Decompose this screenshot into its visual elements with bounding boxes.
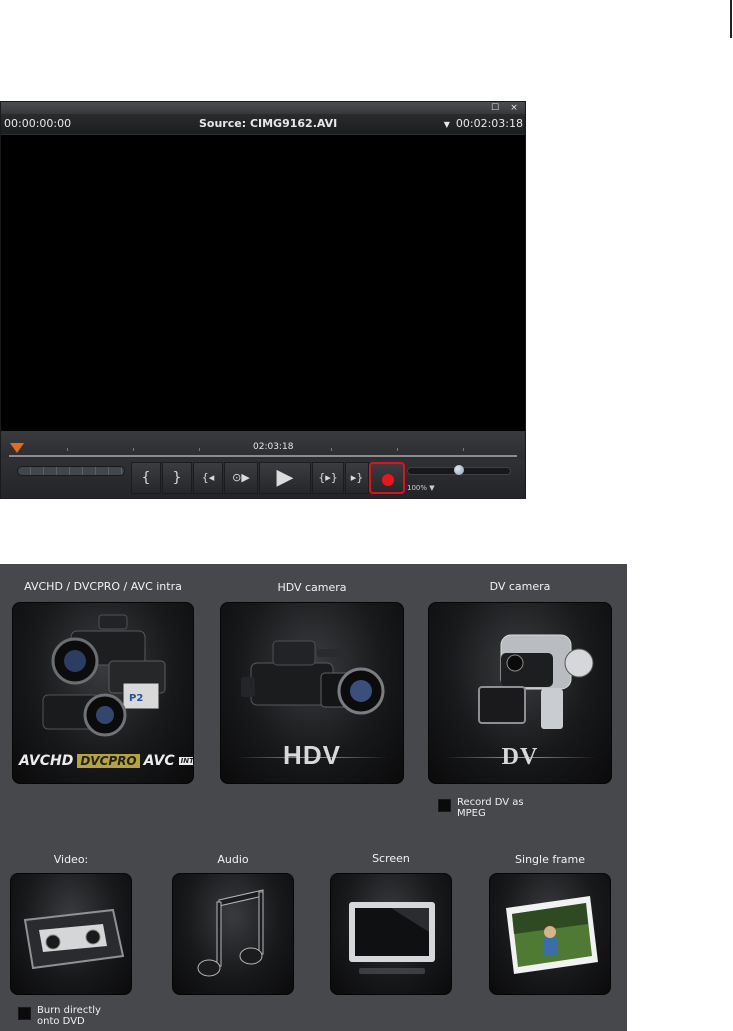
avchd-camera-icon: P2 [42, 614, 166, 737]
source-label-dv: DV camera [489, 580, 551, 593]
hdv-camera-icon [241, 640, 385, 715]
burn-onto-dvd-label: Burn directly onto DVD [37, 1005, 101, 1027]
go-to-mark-in-button[interactable]: {◂ [193, 462, 223, 494]
hdv-logo-text: HDV [283, 740, 341, 770]
avchd-logo-text: AVCHD [19, 753, 74, 769]
timeline-scrubber[interactable]: 02:03:18 [1, 431, 525, 459]
hdv-camera-button[interactable]: HDV [220, 602, 404, 784]
zoom-dropdown[interactable]: 100% ▼ [407, 484, 435, 492]
burn-onto-dvd-option[interactable]: Burn directly onto DVD [18, 1005, 117, 1027]
position-timecode: 02:03:18 [253, 442, 294, 452]
photo-icon [506, 896, 598, 974]
player-infobar: 00:00:00:00 Source: CIMG9162.AVI ▼ 00:02:… [1, 114, 525, 134]
chevron-down-icon[interactable]: ▼ [444, 115, 450, 135]
avc-logo-text: AVC [143, 753, 175, 769]
source-label-avchd: AVCHD / DVCPRO / AVC intra [24, 580, 182, 593]
timeline-tick [397, 448, 398, 451]
source-label-video: Video: [53, 853, 89, 866]
screen-source-button[interactable] [330, 873, 452, 995]
play-range-icon: {▸} [318, 471, 338, 484]
video-source-button[interactable] [10, 873, 132, 995]
loop-play-button[interactable]: ⊙▶ [224, 462, 258, 494]
timeline-track[interactable] [9, 455, 517, 457]
loop-play-icon: ⊙▶ [232, 471, 250, 484]
video-display [1, 135, 525, 431]
recording-source-panel: AVCHD / DVCPRO / AVC intra HDV camera DV… [0, 564, 627, 1031]
source-label-screen: Screen [372, 852, 410, 865]
record-dv-as-mpeg-checkbox[interactable] [438, 799, 451, 812]
monitor-icon [349, 902, 435, 974]
mark-out-icon: } [172, 470, 182, 486]
burn-onto-dvd-checkbox[interactable] [18, 1007, 31, 1020]
svg-text:P2: P2 [129, 693, 143, 704]
start-timecode: 00:00:00:00 [4, 117, 72, 130]
source-label: Source: CIMG9162.AVI [199, 117, 338, 130]
preview-player: ☐ × 00:00:00:00 Source: CIMG9162.AVI ▼ 00… [0, 101, 526, 499]
audio-source-button[interactable] [172, 873, 294, 995]
go-to-mark-out-button[interactable]: ▸} [345, 462, 369, 494]
play-marked-range-button[interactable]: {▸} [312, 462, 344, 494]
single-frame-source-button[interactable] [489, 873, 611, 995]
record-icon [382, 474, 394, 486]
next-mark-icon: ▸} [350, 471, 364, 484]
end-timecode: 00:02:03:18 [455, 117, 523, 130]
volume-slider-knob[interactable] [454, 465, 464, 475]
timeline-tick [133, 448, 134, 451]
player-titlebar: ☐ × [1, 102, 525, 114]
avchd-brand-strip: AVCHD DVCPRO AVC INTRA [19, 753, 193, 769]
mark-out-button[interactable]: } [162, 462, 192, 494]
source-label-audio: Audio [217, 853, 249, 866]
maximize-button[interactable]: ☐ [486, 103, 504, 113]
dvcpro-logo-text: DVCPRO [77, 754, 140, 768]
record-dv-as-mpeg-option[interactable]: Record DV as MPEG [438, 797, 537, 819]
close-button[interactable]: × [505, 103, 523, 113]
mark-in-button[interactable]: { [131, 462, 161, 494]
intra-logo-text: INTRA [178, 757, 193, 765]
record-button[interactable] [369, 462, 405, 494]
play-button[interactable]: ▶ [259, 462, 311, 494]
play-icon: ▶ [276, 465, 294, 490]
timeline-tick [463, 448, 464, 451]
vhs-cassette-icon [23, 908, 125, 970]
playhead-marker[interactable] [10, 443, 24, 453]
jog-shuttle[interactable] [17, 466, 125, 476]
timeline-tick [67, 448, 68, 451]
page-edge-mark [730, 0, 732, 38]
source-label-single-frame: Single frame [515, 853, 585, 866]
record-dv-as-mpeg-label: Record DV as MPEG [457, 797, 524, 819]
timeline-tick [331, 448, 332, 451]
dv-logo-text: DV [501, 744, 539, 770]
music-note-icon [197, 889, 264, 977]
end-timecode-group[interactable]: ▼ 00:02:03:18 [444, 114, 523, 135]
avchd-camera-button[interactable]: P2 AVCHD DVCPRO AVC INTRA [12, 602, 194, 784]
transport-controls: { } {◂ ⊙▶ ▶ {▸} ▸} 100% ▼ [1, 459, 525, 499]
dv-camera-icon [478, 634, 594, 729]
mark-in-icon: { [141, 470, 151, 486]
prev-mark-icon: {◂ [201, 471, 215, 484]
dv-camera-button[interactable]: DV [428, 602, 612, 784]
source-label-hdv: HDV camera [277, 581, 347, 594]
zoom-value: 100% [407, 484, 428, 492]
chevron-down-icon: ▼ [429, 484, 435, 492]
timeline-tick [199, 448, 200, 451]
